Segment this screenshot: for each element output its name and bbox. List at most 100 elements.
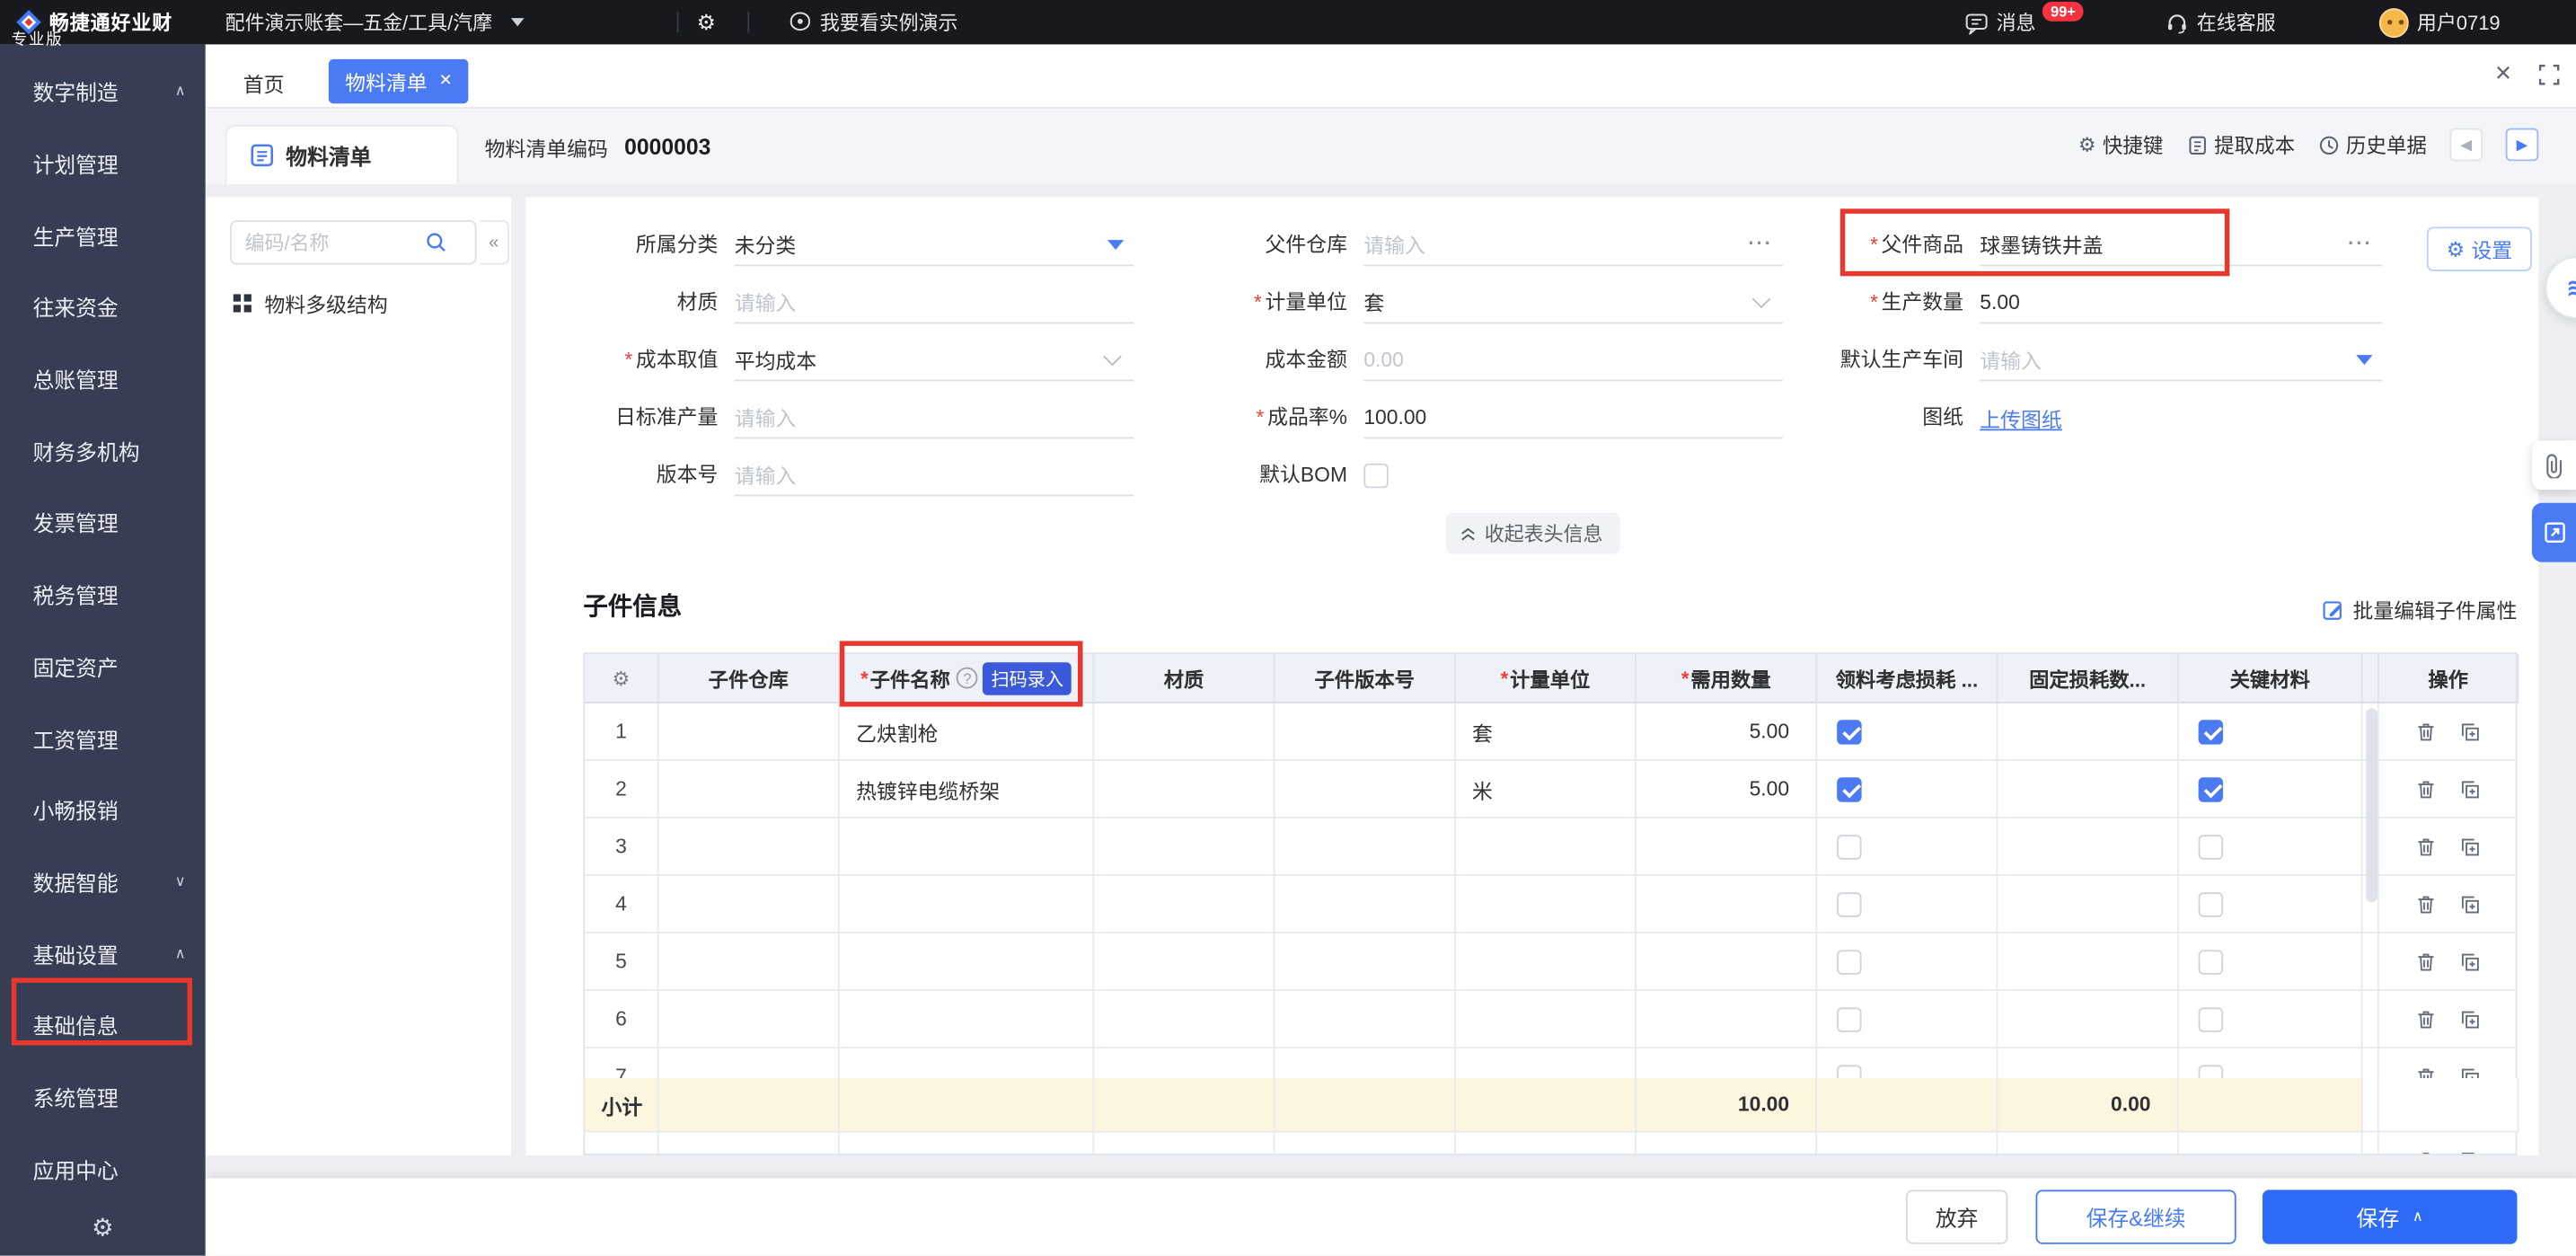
sidebar-item-system-mgmt[interactable]: 系统管理	[0, 1061, 206, 1133]
cell-warehouse[interactable]	[659, 818, 840, 876]
prev-record-button[interactable]: ◀	[2449, 128, 2483, 162]
shortcut-keys-button[interactable]: ⚙ 快捷键	[2078, 130, 2164, 160]
sidebar-item-xiaochang-expense[interactable]: 小畅报销	[0, 774, 206, 845]
tab-material-list[interactable]: 物料清单 ✕	[329, 59, 469, 103]
parent-item-field[interactable]: 球墨铸铁井盖···	[1980, 224, 2382, 267]
default-bom-checkbox[interactable]	[1363, 463, 1388, 487]
key-material-checkbox[interactable]	[2199, 1006, 2223, 1030]
close-tab-icon[interactable]: ✕	[438, 72, 452, 90]
std-output-field[interactable]: 请输入	[735, 396, 1134, 439]
sidebar-item-basic-settings[interactable]: 基础设置∧	[0, 917, 206, 989]
more-icon[interactable]: ···	[2348, 232, 2372, 255]
copy-row-icon[interactable]	[2459, 778, 2481, 800]
cell-version[interactable]	[1275, 703, 1456, 761]
expand-icon[interactable]	[2538, 63, 2560, 84]
cell-version[interactable]	[1275, 991, 1456, 1048]
delete-row-icon[interactable]	[2415, 721, 2437, 742]
delete-row-icon[interactable]	[2415, 1150, 2437, 1154]
delete-row-icon[interactable]	[2415, 893, 2437, 915]
sidebar-item-digital-mfg[interactable]: 数字制造∧	[0, 56, 206, 128]
sidebar-item-fixed-assets[interactable]: 固定资产	[0, 631, 206, 703]
cell-warehouse[interactable]	[659, 703, 840, 761]
cell-version[interactable]	[1275, 933, 1456, 991]
history-docs-button[interactable]: 历史单据	[2318, 130, 2427, 160]
cell-fixed-loss[interactable]	[1998, 703, 2178, 761]
sidebar-item-payroll-mgmt[interactable]: 工资管理	[0, 702, 206, 774]
cell-warehouse[interactable]	[659, 991, 840, 1048]
cell-unit[interactable]: 套	[1456, 703, 1636, 761]
cell-material[interactable]	[1094, 933, 1275, 991]
cell-version[interactable]	[1275, 818, 1456, 876]
cell-name[interactable]	[840, 1048, 1095, 1078]
cell-unit[interactable]	[1456, 991, 1636, 1048]
more-icon[interactable]: ···	[1748, 232, 1772, 255]
cell-fixed-loss[interactable]	[1998, 876, 2178, 933]
topbar-settings-icon[interactable]: ⚙	[697, 0, 716, 44]
prod-qty-field[interactable]: 5.00	[1980, 281, 2382, 324]
loss-checkbox[interactable]	[1837, 776, 1861, 800]
delete-row-icon[interactable]	[2415, 836, 2437, 857]
cell-warehouse[interactable]	[659, 933, 840, 991]
delete-row-icon[interactable]	[2415, 1066, 2437, 1078]
cell-material[interactable]	[1094, 818, 1275, 876]
sidebar-item-basic-info[interactable]: 基础信息	[0, 989, 206, 1061]
cell-version[interactable]	[1275, 876, 1456, 933]
key-material-checkbox[interactable]	[2199, 1064, 2223, 1078]
cell-qty[interactable]	[1636, 876, 1817, 933]
cell-name[interactable]: 乙炔割枪	[840, 703, 1095, 761]
cell-material[interactable]	[1094, 876, 1275, 933]
copy-row-icon[interactable]	[2459, 1008, 2481, 1030]
version-field[interactable]: 请输入	[735, 454, 1134, 497]
delete-row-icon[interactable]	[2415, 1008, 2437, 1030]
search-icon[interactable]	[426, 232, 447, 253]
close-all-icon[interactable]: ✕	[2494, 61, 2512, 87]
assistant-widget[interactable]: ≋	[2545, 256, 2576, 319]
loss-checkbox[interactable]	[1837, 1064, 1861, 1078]
account-set-selector[interactable]: 配件演示账套—五金/工具/汽摩	[225, 0, 524, 44]
unit-select[interactable]: 套	[1363, 281, 1782, 324]
cell-fixed-loss[interactable]	[1998, 933, 2178, 991]
workshop-select[interactable]: 请输入	[1980, 339, 2382, 382]
copy-row-icon[interactable]	[2459, 951, 2481, 972]
cell-warehouse[interactable]	[659, 761, 840, 818]
cell-material[interactable]	[1094, 703, 1275, 761]
search-input[interactable]	[232, 231, 426, 254]
cell-unit[interactable]	[1456, 1048, 1636, 1078]
cell-warehouse[interactable]	[659, 876, 840, 933]
cell-name[interactable]: 热镀锌电缆桥架	[840, 761, 1095, 818]
yield-rate-field[interactable]: 100.00	[1363, 396, 1782, 439]
cell-material[interactable]	[1094, 1048, 1275, 1078]
cell-unit[interactable]	[1456, 818, 1636, 876]
sidebar-item-app-center[interactable]: 应用中心	[0, 1133, 206, 1205]
cell-name[interactable]	[840, 933, 1095, 991]
copy-row-icon[interactable]	[2459, 1066, 2481, 1078]
scan-entry-button[interactable]: 扫码录入	[983, 661, 1072, 694]
key-material-checkbox[interactable]	[2199, 834, 2223, 858]
cell-qty[interactable]	[1636, 933, 1817, 991]
cell-fixed-loss[interactable]	[1998, 991, 2178, 1048]
sidebar-item-general-ledger[interactable]: 总账管理	[0, 343, 206, 415]
cell-fixed-loss[interactable]	[1998, 1048, 2178, 1078]
panel-toggle-button[interactable]	[2532, 503, 2576, 562]
cell-unit[interactable]	[1456, 933, 1636, 991]
cell-version[interactable]	[1275, 761, 1456, 818]
delete-row-icon[interactable]	[2415, 951, 2437, 972]
material-field[interactable]: 请输入	[735, 281, 1134, 324]
cell-qty[interactable]	[1636, 991, 1817, 1048]
cell-qty[interactable]: 5.00	[1636, 703, 1817, 761]
key-material-checkbox[interactable]	[2199, 719, 2223, 743]
sidebar-item-plan-mgmt[interactable]: 计划管理	[0, 128, 206, 199]
key-material-checkbox[interactable]	[2199, 776, 2223, 800]
discard-button[interactable]: 放弃	[1906, 1190, 2007, 1243]
cost-method-select[interactable]: 平均成本	[735, 339, 1134, 382]
next-record-button[interactable]: ▶	[2506, 128, 2539, 162]
category-select[interactable]: 未分类	[735, 224, 1134, 267]
key-material-checkbox[interactable]	[2199, 891, 2223, 915]
save-button[interactable]: 保存 ∧	[2263, 1190, 2518, 1243]
cell-qty[interactable]	[1636, 1048, 1817, 1078]
cell-unit[interactable]: 米	[1456, 761, 1636, 818]
column-settings-gear-icon[interactable]: ⚙	[585, 654, 658, 703]
key-material-checkbox[interactable]	[2199, 949, 2223, 973]
extract-cost-button[interactable]: 提取成本	[2186, 130, 2295, 160]
page-header-tab[interactable]: 物料清单	[225, 125, 459, 184]
